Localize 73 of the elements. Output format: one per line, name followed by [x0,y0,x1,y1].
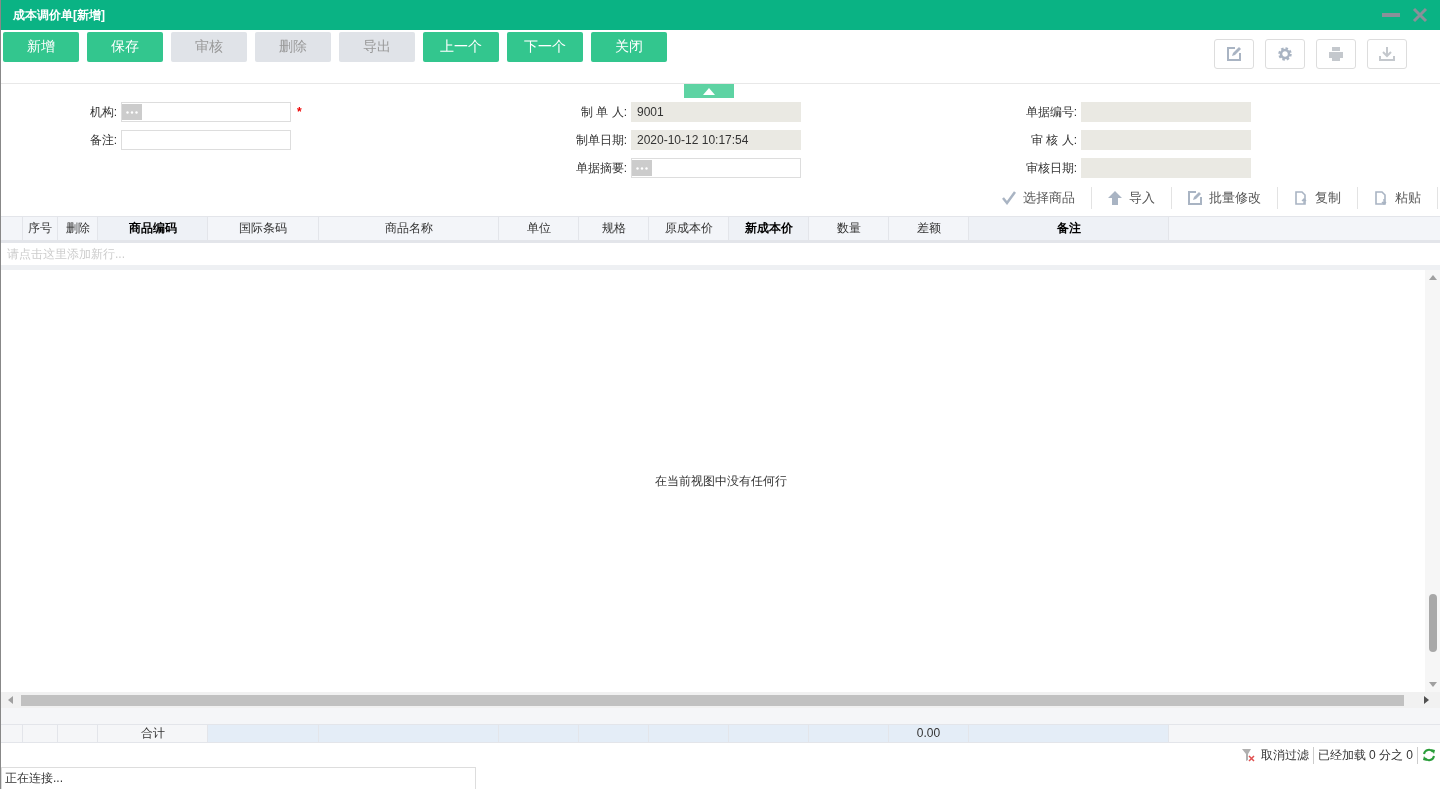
settings-button[interactable] [1265,39,1305,69]
caret-up-icon [703,87,715,95]
field-label: 审 核 人: [1030,131,1078,149]
column-header[interactable]: 商品名称 [319,217,499,240]
check-icon [1002,191,1016,205]
edit-icon [1226,46,1242,62]
grid-action-label: 粘贴 [1395,189,1421,207]
minimize-icon[interactable] [1382,12,1400,18]
column-header[interactable]: 商品编码 [98,217,208,240]
input-field[interactable] [1081,158,1251,178]
column-header[interactable]: 备注 [969,217,1169,240]
ellipsis-icon [126,110,138,114]
field-label: 机构: [88,103,118,121]
input-field[interactable]: 9001 [631,102,801,122]
grid-action-button[interactable]: 批量修改 [1172,187,1278,209]
edit-button[interactable] [1214,39,1254,69]
arrow-up-icon [1108,191,1122,205]
field-label: 备注: [88,131,118,149]
horizontal-scrollbar[interactable] [1,692,1440,708]
copy-icon [1294,191,1308,205]
column-header[interactable]: 单位 [499,217,579,240]
input-field[interactable] [121,130,291,150]
clear-filter-link[interactable]: 取消过滤 [1258,746,1309,764]
grid-action-label: 复制 [1315,189,1341,207]
more-button[interactable] [632,160,652,176]
scroll-left-icon[interactable] [7,696,13,704]
field-label: 制 单 人: [580,103,628,121]
grid-action-button[interactable]: 选择商品 [986,187,1092,209]
download-button[interactable] [1367,39,1407,69]
column-header[interactable]: 国际条码 [208,217,319,240]
input-field[interactable] [631,158,801,178]
column-header[interactable]: 数量 [809,217,889,240]
input-field[interactable] [121,102,291,122]
grid-action-button[interactable]: 复制 [1278,187,1358,209]
settings-icon [1277,46,1293,62]
input-field[interactable] [1081,130,1251,150]
grid-action-label: 批量修改 [1209,189,1261,207]
grid-action-label: 选择商品 [1023,189,1075,207]
total-cell: 0.00 [889,725,969,742]
grid-action-label: 导入 [1129,189,1155,207]
grid-action-button[interactable]: 导入 [1092,187,1172,209]
field-label: 制单日期: [574,131,628,149]
required-mark: * [297,105,302,119]
close-icon[interactable] [1412,7,1428,23]
column-header[interactable]: 序号 [23,217,58,240]
paste-icon [1374,191,1388,205]
field-label: 单据编号: [1024,103,1078,121]
scroll-up-icon[interactable] [1428,274,1437,280]
scroll-right-icon[interactable] [1424,696,1430,704]
scrollbar-thumb[interactable] [1428,594,1437,652]
grid-action-button[interactable]: 粘贴 [1358,187,1438,209]
ellipsis-icon [636,166,648,170]
window-title: 成本调价单[新增] [13,6,105,24]
input-field[interactable]: 2020-10-12 10:17:54 [631,130,801,150]
edit-icon [1188,191,1202,205]
refresh-icon[interactable] [1422,748,1436,762]
more-button[interactable] [122,104,142,120]
field-label: 单据摘要: [574,159,628,177]
empty-message: 在当前视图中没有任何行 [654,472,787,490]
scrollbar-thumb[interactable] [21,694,1404,706]
filter-clear-icon[interactable] [1240,748,1255,762]
collapse-tab[interactable] [684,84,734,98]
scroll-down-icon[interactable] [1428,682,1437,688]
connection-status: 正在连接... [1,767,476,789]
input-field[interactable] [1081,102,1251,122]
print-button[interactable] [1316,39,1356,69]
column-header[interactable]: 规格 [579,217,649,240]
vertical-scrollbar[interactable] [1425,270,1440,692]
loaded-count: 已经加载 0 分之 0 [1312,746,1418,764]
download-icon [1379,46,1395,62]
field-label: 审核日期: [1024,159,1078,177]
printer-icon [1328,46,1344,62]
column-header[interactable]: 新成本价 [729,217,809,240]
